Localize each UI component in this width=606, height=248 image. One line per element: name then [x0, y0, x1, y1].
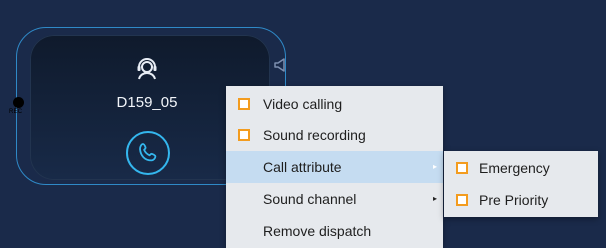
checkbox-unchecked-icon[interactable]	[238, 98, 250, 110]
menu-item-call-attribute[interactable]: Call attribute ▸	[226, 151, 443, 183]
menu-item-label: Call attribute	[263, 159, 342, 175]
submenu-arrow-icon: ▸	[432, 194, 437, 203]
submenu-item-label: Pre Priority	[479, 192, 549, 208]
menu-item-sound-recording[interactable]: Sound recording	[226, 119, 443, 151]
checkbox-unchecked-icon[interactable]	[238, 129, 250, 141]
recording-indicator-icon	[13, 97, 24, 108]
call-attribute-submenu: Emergency Pre Priority	[444, 151, 598, 217]
checkbox-unchecked-icon[interactable]	[456, 162, 468, 174]
menu-item-video-calling[interactable]: Video calling	[226, 88, 443, 120]
menu-item-label: Sound recording	[263, 127, 366, 143]
phone-icon	[139, 143, 157, 162]
submenu-arrow-icon: ▸	[432, 162, 437, 171]
rec-label: REC	[9, 109, 23, 115]
menu-item-label: Remove dispatch	[263, 223, 372, 239]
menu-item-label: Video calling	[263, 96, 343, 112]
menu-item-label: Sound channel	[263, 191, 357, 207]
checkbox-unchecked-icon[interactable]	[456, 194, 468, 206]
device-name: D159_05	[116, 94, 178, 111]
submenu-item-pre-priority[interactable]: Pre Priority	[444, 184, 598, 216]
submenu-item-label: Emergency	[479, 160, 550, 176]
context-menu: Video calling Sound recording Call attri…	[226, 86, 443, 248]
menu-item-remove-dispatch[interactable]: Remove dispatch	[226, 215, 443, 247]
speaker-icon[interactable]	[272, 56, 290, 74]
submenu-item-emergency[interactable]: Emergency	[444, 152, 598, 184]
operator-headset-icon	[137, 58, 157, 80]
call-button[interactable]	[126, 131, 170, 175]
menu-item-sound-channel[interactable]: Sound channel ▸	[226, 183, 443, 215]
